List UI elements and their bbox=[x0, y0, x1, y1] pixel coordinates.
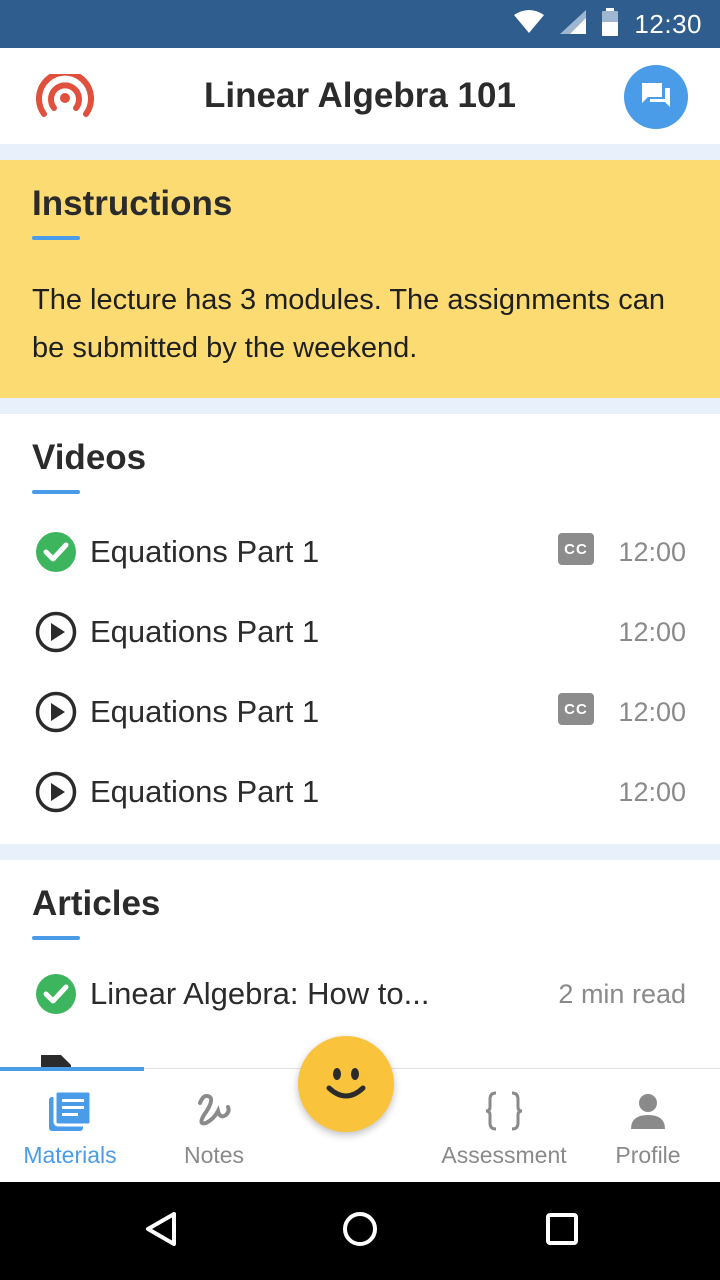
video-duration: 12:00 bbox=[618, 777, 686, 807]
articles-title: Articles bbox=[32, 884, 161, 923]
profile-icon bbox=[628, 1091, 668, 1136]
section-underline bbox=[32, 490, 80, 494]
article-read-time: 2 min read bbox=[558, 979, 686, 1009]
article-title: Linear Algebra: How to... bbox=[90, 976, 430, 1011]
chat-button[interactable] bbox=[624, 65, 688, 129]
signal-icon bbox=[560, 9, 587, 39]
article-item[interactable]: Linear Algebra: How to... 2 min read bbox=[32, 954, 688, 1034]
video-title: Equations Part 1 bbox=[90, 614, 320, 649]
home-circle-icon bbox=[342, 1211, 378, 1252]
nav-item-assessment[interactable]: Assessment bbox=[432, 1069, 576, 1183]
wifi-icon bbox=[514, 9, 545, 39]
system-navigation-bar bbox=[0, 1182, 720, 1280]
instructions-card: Instructions The lecture has 3 modules. … bbox=[0, 160, 720, 398]
videos-section: Videos Equations Part 1 CC 12:00 Equatio… bbox=[0, 414, 720, 844]
instructions-text: The lecture has 3 modules. The assignmen… bbox=[32, 284, 665, 364]
nav-label: Assessment bbox=[441, 1142, 567, 1168]
nav-label: Profile bbox=[615, 1142, 681, 1168]
back-triangle-icon bbox=[144, 1211, 178, 1252]
video-item[interactable]: Equations Part 1 CC 12:00 bbox=[32, 672, 688, 752]
home-button[interactable] bbox=[335, 1206, 385, 1256]
nav-item-profile[interactable]: Profile bbox=[576, 1069, 720, 1183]
section-underline bbox=[32, 936, 80, 940]
smiley-icon bbox=[316, 1052, 376, 1117]
play-circle-icon bbox=[34, 610, 78, 654]
status-time: 12:30 bbox=[634, 8, 702, 39]
recents-button[interactable] bbox=[537, 1206, 587, 1256]
app-bar: Linear Algebra 101 bbox=[0, 48, 720, 144]
page-title: Linear Algebra 101 bbox=[204, 76, 516, 115]
video-title: Equations Part 1 bbox=[90, 534, 320, 569]
play-circle-icon bbox=[34, 770, 78, 814]
video-title: Equations Part 1 bbox=[90, 694, 320, 729]
braces-icon bbox=[484, 1091, 524, 1136]
video-title: Equations Part 1 bbox=[90, 774, 320, 809]
play-circle-icon bbox=[34, 690, 78, 734]
video-item[interactable]: Equations Part 1 12:00 bbox=[32, 592, 688, 672]
video-duration: 12:00 bbox=[618, 537, 686, 567]
videos-title: Videos bbox=[32, 438, 147, 477]
video-item[interactable]: Equations Part 1 12:00 bbox=[32, 752, 688, 832]
materials-icon bbox=[49, 1089, 93, 1136]
battery-icon bbox=[602, 7, 619, 41]
video-list: Equations Part 1 CC 12:00 Equations Part… bbox=[32, 512, 688, 832]
video-item[interactable]: Equations Part 1 CC 12:00 bbox=[32, 512, 688, 592]
check-circle-icon bbox=[34, 530, 78, 574]
nav-label: Notes bbox=[183, 1142, 245, 1168]
nav-label: Materials bbox=[23, 1142, 117, 1168]
nav-item-notes[interactable]: Notes bbox=[144, 1069, 284, 1183]
recents-square-icon bbox=[545, 1212, 579, 1251]
nav-item-materials[interactable]: Materials bbox=[0, 1069, 140, 1183]
video-duration: 12:00 bbox=[618, 617, 686, 647]
status-bar: 12:30 bbox=[0, 0, 720, 48]
check-circle-icon bbox=[34, 972, 78, 1016]
instructions-title: Instructions bbox=[32, 184, 233, 223]
back-button[interactable] bbox=[136, 1206, 186, 1256]
section-underline bbox=[32, 236, 80, 240]
notes-icon bbox=[194, 1091, 234, 1136]
chat-icon bbox=[640, 81, 672, 114]
mood-fab-button[interactable] bbox=[298, 1036, 394, 1132]
closed-captions-icon: CC bbox=[558, 693, 594, 725]
video-duration: 12:00 bbox=[618, 697, 686, 727]
closed-captions-icon: CC bbox=[558, 533, 594, 565]
